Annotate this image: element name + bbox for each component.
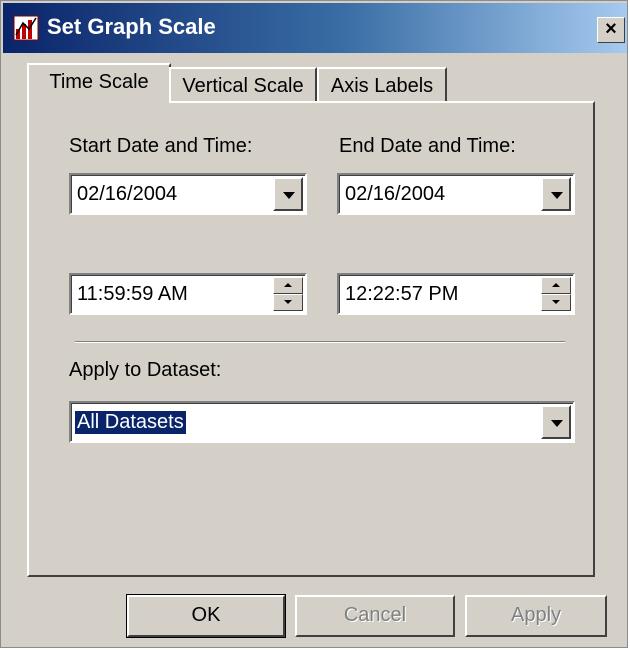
end-time-value: 12:22:57 PM — [345, 283, 459, 305]
spin-up-button[interactable] — [273, 277, 303, 294]
tab-vertical-scale[interactable]: Vertical Scale — [169, 67, 317, 105]
end-time-field[interactable]: 12:22:57 PM — [337, 273, 575, 315]
spin-down-button[interactable] — [273, 294, 303, 311]
chevron-down-icon — [551, 192, 563, 199]
arrow-up-icon — [552, 283, 560, 287]
start-date-value: 02/16/2004 — [77, 183, 178, 205]
ok-button-label: OK — [191, 604, 221, 626]
end-time-spinner[interactable] — [541, 277, 571, 311]
window-title: Set Graph Scale — [47, 14, 216, 39]
arrow-down-icon — [552, 300, 560, 304]
cancel-button[interactable]: Cancel — [295, 595, 455, 637]
tab-label: Vertical Scale — [182, 75, 304, 97]
start-time-spinner[interactable] — [273, 277, 303, 311]
close-button[interactable]: × — [597, 17, 625, 43]
ok-button[interactable]: OK — [126, 594, 286, 638]
tab-label: Axis Labels — [330, 75, 434, 97]
spin-up-button[interactable] — [541, 277, 571, 294]
close-icon: × — [605, 18, 617, 40]
end-date-picker[interactable]: 02/16/2004 — [337, 173, 575, 215]
start-time-value: 11:59:59 AM — [77, 283, 188, 305]
start-date-picker[interactable]: 02/16/2004 — [69, 173, 307, 215]
tab-time-scale[interactable]: Time Scale — [27, 63, 171, 101]
spin-down-button[interactable] — [541, 294, 571, 311]
tab-label: Time Scale — [49, 71, 149, 93]
dataset-dropdown-button[interactable] — [541, 405, 571, 439]
start-time-field[interactable]: 11:59:59 AM — [69, 273, 307, 315]
cancel-button-label: Cancel — [343, 604, 407, 626]
end-date-dropdown-button[interactable] — [541, 177, 571, 211]
chevron-down-icon — [551, 420, 563, 427]
tab-axis-labels[interactable]: Axis Labels — [317, 67, 447, 105]
chevron-down-icon — [283, 192, 295, 199]
arrow-up-icon — [284, 283, 292, 287]
dataset-select[interactable]: All Datasets — [69, 401, 575, 443]
dataset-selected-value: All Datasets — [75, 411, 186, 434]
set-graph-scale-dialog: Set Graph Scale × Time Scale Vertical Sc… — [0, 0, 628, 648]
apply-button[interactable]: Apply — [465, 595, 607, 637]
title-bar[interactable]: Set Graph Scale × — [3, 3, 627, 53]
active-tab-join — [29, 101, 169, 105]
end-date-value: 02/16/2004 — [345, 183, 446, 205]
start-date-dropdown-button[interactable] — [273, 177, 303, 211]
apply-button-label: Apply — [510, 604, 562, 626]
arrow-down-icon — [284, 300, 292, 304]
graph-app-icon — [13, 15, 39, 41]
